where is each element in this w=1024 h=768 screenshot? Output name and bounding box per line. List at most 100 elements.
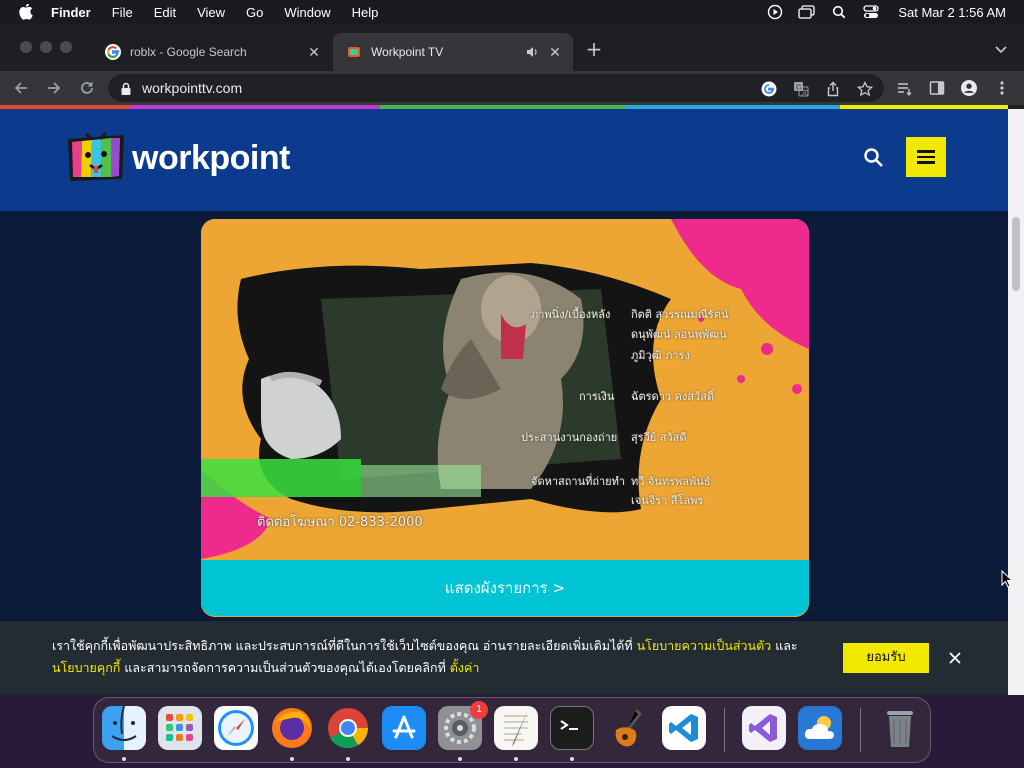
menu-window[interactable]: Window (284, 5, 330, 20)
page-scrollbar[interactable] (1008, 109, 1024, 695)
mouse-cursor-icon (1001, 570, 1013, 588)
lock-icon[interactable] (120, 81, 132, 95)
url-text[interactable]: workpointtv.com (142, 80, 242, 96)
browser-toolbar: workpointtv.com G文 (0, 71, 1024, 105)
safari-icon[interactable] (214, 706, 258, 750)
svg-text:文: 文 (801, 88, 808, 97)
hamburger-icon-line (917, 150, 935, 153)
visual-studio-icon[interactable] (742, 706, 786, 750)
weather-icon[interactable] (798, 706, 842, 750)
tab-search-chevron-icon[interactable] (994, 41, 1008, 55)
workpoint-tv-logo-icon (68, 131, 124, 181)
workpoint-favicon (346, 44, 362, 60)
finder-icon[interactable] (102, 706, 146, 750)
scrollbar-thumb[interactable] (1012, 217, 1020, 291)
menu-go[interactable]: Go (246, 5, 263, 20)
cookie-text: และสามารถจัดการความเป็นส่วนตัวของคุณได้เ… (120, 660, 450, 675)
address-bar[interactable]: workpointtv.com G文 (108, 74, 884, 102)
trash-icon[interactable] (878, 706, 922, 750)
control-center-icon[interactable] (862, 5, 880, 19)
cookie-consent-bar: เราใช้คุกกี้เพื่อพัฒนาประสิทธิภาพ และประ… (0, 621, 1008, 695)
share-icon[interactable] (825, 81, 841, 97)
close-icon[interactable] (948, 650, 962, 664)
close-tab-icon[interactable]: ✕ (306, 44, 322, 60)
garageband-icon[interactable] (606, 706, 650, 750)
show-schedule-button[interactable]: แสดงผังรายการ > (201, 560, 809, 616)
credit-name: ทวี จันทรพลพันธ์ (631, 475, 711, 488)
audio-playing-icon[interactable] (525, 45, 539, 59)
play-circle-icon[interactable] (766, 4, 784, 20)
google-icon (105, 44, 121, 60)
apple-menu-icon[interactable] (19, 4, 33, 20)
forward-arrow-icon[interactable] (44, 78, 64, 98)
privacy-policy-link[interactable]: นโยบายความเป็นส่วนตัว (637, 638, 772, 653)
running-indicator (570, 757, 574, 761)
accept-cookies-button[interactable]: ยอมรับ (843, 643, 929, 673)
launchpad-icon[interactable] (158, 706, 202, 750)
running-indicator (514, 757, 518, 761)
cookie-text: เราใช้คุกกี้เพื่อพัฒนาประสิทธิภาพ และประ… (52, 638, 637, 653)
dock-separator (724, 708, 725, 752)
site-header: workpoint (0, 109, 1008, 211)
system-preferences-icon[interactable]: 1 (438, 701, 488, 750)
running-indicator (346, 757, 350, 761)
back-arrow-icon[interactable] (11, 78, 31, 98)
macos-menu-bar: Finder File Edit View Go Window Help Sat… (0, 0, 1024, 24)
banner-artwork (201, 219, 809, 617)
close-window-button[interactable] (20, 41, 32, 53)
textedit-icon[interactable] (494, 706, 538, 750)
cookie-text: และ (771, 638, 798, 653)
google-lens-icon[interactable] (761, 81, 777, 97)
bookmark-star-icon[interactable] (857, 81, 873, 97)
tab-strip: roblx - Google Search ✕ Workpoint TV ✕ + (0, 25, 1024, 71)
zoom-window-button[interactable] (60, 41, 72, 53)
reading-list-icon[interactable] (897, 80, 913, 96)
google-chrome-icon[interactable] (326, 706, 370, 750)
profile-avatar-icon[interactable] (961, 80, 977, 96)
app-name-menu[interactable]: Finder (51, 5, 91, 20)
tab-workpoint-tv[interactable]: Workpoint TV ✕ (333, 33, 573, 71)
app-store-icon[interactable] (382, 706, 426, 750)
menu-help[interactable]: Help (352, 5, 379, 20)
hamburger-icon-line (917, 161, 935, 164)
dock-separator (860, 708, 861, 752)
new-tab-button[interactable]: + (585, 39, 603, 59)
macos-dock: 1 (93, 697, 931, 763)
menu-file[interactable]: File (112, 5, 133, 20)
credit-name: ภูมิวุฒิ ภารง (631, 349, 690, 362)
reload-icon[interactable] (77, 78, 97, 98)
workpoint-logo[interactable]: workpoint (64, 129, 290, 187)
web-page: workpoint ภาพนิ่ง/เบื้องหลัง กิตติ สุวรร… (0, 109, 1008, 695)
logo-wordmark: workpoint (132, 138, 290, 177)
terminal-icon[interactable] (550, 706, 594, 750)
firefox-icon[interactable] (270, 706, 314, 750)
tab-title: roblx - Google Search (130, 45, 247, 59)
screen-mirroring-icon[interactable] (798, 5, 816, 19)
spotlight-search-icon[interactable] (830, 5, 848, 19)
translate-icon[interactable]: G文 (793, 81, 809, 97)
credit-name: กิตติ สุวรรณมณีรัตน์ (631, 308, 729, 321)
menu-edit[interactable]: Edit (154, 5, 176, 20)
cookie-message: เราใช้คุกกี้เพื่อพัฒนาประสิทธิภาพ และประ… (52, 635, 812, 679)
side-panel-icon[interactable] (929, 80, 945, 96)
close-tab-icon[interactable]: ✕ (547, 44, 563, 60)
credit-name: ฉัตรดาว คงสวัสดิ์ (631, 390, 715, 403)
search-icon[interactable] (863, 147, 885, 169)
visual-studio-code-icon[interactable] (662, 706, 706, 750)
running-indicator (122, 757, 126, 761)
advertising-contact: ติดต่อโฆษณา 02-833-2000 (257, 515, 423, 530)
running-indicator (458, 757, 462, 761)
window-controls (20, 41, 72, 53)
hamburger-menu-button[interactable] (906, 137, 946, 177)
credit-name: เจนจิรา สีโลพร (631, 494, 704, 507)
tab-title: Workpoint TV (371, 45, 444, 59)
cookie-policy-link[interactable]: นโยบายคุกกี้ (52, 660, 120, 675)
program-banner[interactable]: ภาพนิ่ง/เบื้องหลัง กิตติ สุวรรณมณีรัตน์ … (201, 219, 809, 617)
running-indicator (290, 757, 294, 761)
tab-google-search[interactable]: roblx - Google Search ✕ (92, 33, 332, 71)
menu-view[interactable]: View (197, 5, 225, 20)
cookie-settings-link[interactable]: ตั้งค่า (450, 660, 480, 675)
menu-bar-clock[interactable]: Sat Mar 2 1:56 AM (898, 5, 1006, 20)
minimize-window-button[interactable] (40, 41, 52, 53)
more-vertical-icon[interactable] (994, 80, 1010, 96)
